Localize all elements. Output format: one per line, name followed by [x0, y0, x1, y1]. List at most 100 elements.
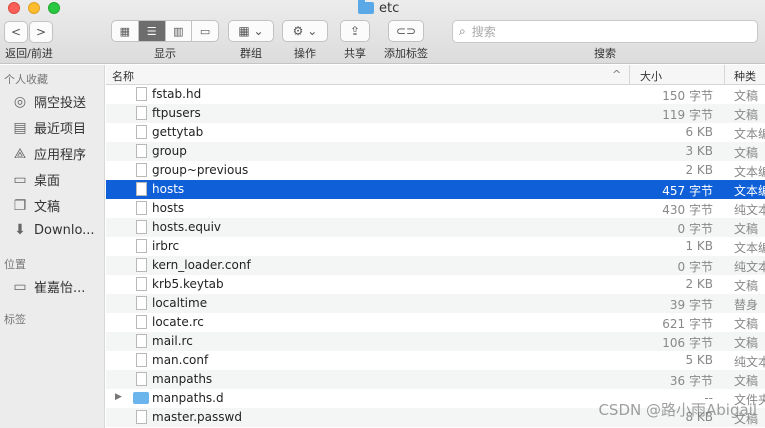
document-icon — [136, 239, 147, 253]
action-button[interactable]: ⚙ ⌄ — [282, 20, 328, 42]
list-icon: ☰ — [146, 24, 157, 38]
column-header-size[interactable]: 大小 — [640, 68, 662, 84]
document-icon — [136, 182, 147, 196]
sidebar: 个人收藏 ◎ 隔空投送 ▤ 最近项目 ⟁ 应用程序 ▭ 桌面 ❐ 文稿 ⬇ Downlo..… — [0, 65, 105, 428]
file-name: gettytab — [152, 125, 204, 139]
disclosure-triangle-icon[interactable]: ▶ — [115, 392, 122, 402]
list-view-button[interactable]: ☰ — [138, 21, 166, 41]
file-kind: 文稿 — [734, 336, 759, 350]
file-kind: 纯文本 — [734, 355, 765, 369]
file-row[interactable]: fstab.hd 150 字节 文稿 — [106, 85, 765, 104]
sidebar-item-downloads[interactable]: ⬇ Downlo... — [12, 222, 105, 238]
add-tag-button[interactable]: ⊂⊃ — [388, 20, 424, 42]
file-size: 150 字节 — [662, 89, 713, 103]
file-row[interactable]: group~previous 2 KB 文本编 — [106, 161, 765, 180]
file-row[interactable]: group 3 KB 文稿 — [106, 142, 765, 161]
file-row[interactable]: manpaths 36 字节 文稿 — [106, 370, 765, 389]
file-kind: 文稿 — [734, 222, 759, 236]
document-icon — [136, 106, 147, 120]
file-row[interactable]: mail.rc 106 字节 文稿 — [106, 332, 765, 351]
file-name: manpaths.d — [152, 391, 224, 405]
columns-icon: ▥ — [173, 24, 184, 38]
sidebar-item-computer[interactable]: ▭ 崔嘉怡... — [12, 277, 105, 297]
tag-icon: ⊂⊃ — [395, 24, 417, 38]
share-button[interactable]: ⇪ — [340, 20, 370, 42]
sidebar-header-favorites: 个人收藏 — [4, 73, 48, 86]
column-header-kind[interactable]: 种类 — [734, 68, 756, 84]
view-mode-segmented[interactable]: ▦ ☰ ▥ ▭ — [111, 20, 219, 42]
file-kind: 文稿 — [734, 146, 759, 160]
file-row[interactable]: krb5.keytab 2 KB 文稿 — [106, 275, 765, 294]
file-kind: 文本编 — [734, 241, 765, 255]
file-row[interactable]: hosts 430 字节 纯文本 — [106, 199, 765, 218]
file-row[interactable]: hosts.equiv 0 字节 文稿 — [106, 218, 765, 237]
file-row[interactable]: ftpusers 119 字节 文稿 — [106, 104, 765, 123]
file-list: fstab.hd 150 字节 文稿 ftpusers 119 字节 文稿 gettytab… — [106, 85, 765, 428]
downloads-icon: ⬇ — [14, 222, 26, 238]
document-icon — [136, 410, 147, 424]
sidebar-item-label: 文稿 — [34, 200, 61, 215]
forward-button[interactable]: > — [29, 21, 53, 43]
file-row[interactable]: gettytab 6 KB 文本编 — [106, 123, 765, 142]
gear-icon: ⚙ ⌄ — [292, 24, 318, 38]
group-button[interactable]: ▦ ⌄ — [228, 20, 274, 42]
file-name: hosts — [152, 182, 185, 196]
file-kind: 文稿 — [734, 374, 759, 388]
file-name: localtime — [152, 296, 208, 310]
document-icon — [136, 315, 147, 329]
file-row[interactable]: locate.rc 621 字节 文稿 — [106, 313, 765, 332]
file-size: 1 KB — [685, 239, 713, 253]
sidebar-item-airdrop[interactable]: ◎ 隔空投送 — [12, 92, 105, 112]
folder-icon — [133, 392, 149, 404]
file-kind: 纯文本 — [734, 260, 765, 274]
file-row[interactable]: kern_loader.conf 0 字节 纯文本 — [106, 256, 765, 275]
close-window-button[interactable] — [8, 2, 20, 14]
desktop-icon: ▭ — [13, 171, 27, 188]
sidebar-item-desktop[interactable]: ▭ 桌面 — [12, 170, 105, 190]
file-name: group — [152, 144, 187, 158]
file-kind: 文稿 — [734, 89, 759, 103]
back-button[interactable]: < — [4, 21, 28, 43]
file-name: irbrc — [152, 239, 180, 253]
file-kind: 文本编 — [734, 127, 765, 141]
column-view-button[interactable]: ▥ — [166, 21, 193, 41]
sidebar-item-recents[interactable]: ▤ 最近项目 — [12, 118, 105, 138]
chevron-left-icon: < — [10, 25, 22, 39]
file-name: mail.rc — [152, 334, 193, 348]
minimize-window-button[interactable] — [28, 2, 40, 14]
file-row[interactable]: man.conf 5 KB 纯文本 — [106, 351, 765, 370]
document-icon — [136, 163, 147, 177]
file-name: fstab.hd — [152, 87, 202, 101]
file-name: hosts — [152, 201, 185, 215]
file-row[interactable]: hosts 457 字节 文本编 — [106, 180, 765, 199]
toolbar: etc < > 返回/前进 ▦ ☰ ▥ ▭ 显示 ▦ ⌄ 群组 ⚙ ⌄ 操作 ⇪… — [0, 0, 765, 64]
share-label: 共享 — [344, 47, 366, 60]
file-name: kern_loader.conf — [152, 258, 251, 272]
sidebar-item-documents[interactable]: ❐ 文稿 — [12, 196, 105, 216]
search-icon: ⌕ — [459, 24, 466, 38]
sidebar-item-label: 应用程序 — [34, 148, 87, 163]
column-header-name[interactable]: 名称 — [112, 68, 134, 84]
file-row[interactable]: irbrc 1 KB 文本编 — [106, 237, 765, 256]
chevron-right-icon: > — [35, 25, 47, 39]
file-name: krb5.keytab — [152, 277, 224, 291]
sidebar-item-applications[interactable]: ⟁ 应用程序 — [12, 144, 105, 164]
column-divider[interactable] — [724, 65, 725, 85]
sidebar-item-label: 崔嘉怡... — [34, 281, 86, 296]
action-label: 操作 — [294, 47, 316, 60]
file-kind: 文本编 — [734, 184, 765, 198]
column-divider[interactable] — [629, 65, 630, 85]
file-row[interactable]: localtime 39 字节 替身 — [106, 294, 765, 313]
sidebar-item-label: 桌面 — [34, 174, 61, 189]
gallery-view-button[interactable]: ▭ — [192, 21, 218, 41]
file-name: hosts.equiv — [152, 220, 222, 234]
watermark: CSDN @路小雨Abigail — [598, 401, 757, 419]
search-field[interactable]: ⌕ 搜索 — [452, 20, 758, 43]
file-kind: 文稿 — [734, 279, 759, 293]
search-placeholder: 搜索 — [471, 25, 496, 39]
document-icon — [136, 201, 147, 215]
icon-view-button[interactable]: ▦ — [112, 21, 139, 41]
file-kind: 纯文本 — [734, 203, 765, 217]
file-size: 0 字节 — [677, 260, 713, 274]
zoom-window-button[interactable] — [48, 2, 60, 14]
